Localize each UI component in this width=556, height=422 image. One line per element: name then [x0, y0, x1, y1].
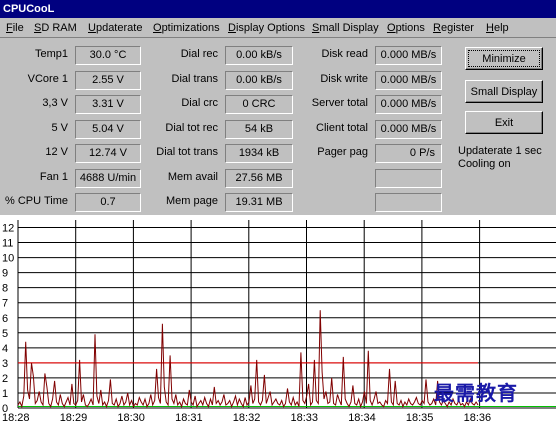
dial-value-crc: 0 CRC	[225, 95, 293, 114]
y-tick-label: 6	[2, 313, 8, 325]
dial-label-crc: Dial crc	[181, 97, 218, 109]
x-tick-label: 18:32	[233, 412, 261, 422]
sensor-value-cpu-time: 0.7	[75, 193, 141, 212]
menu-updaterate[interactable]: Updaterate	[88, 22, 142, 34]
sensor-value-3v3: 3.31 V	[75, 95, 141, 114]
pager-label: Pager pag	[317, 146, 368, 158]
mem-label-page: Mem page	[166, 195, 218, 207]
x-tick-label: 18:35	[406, 412, 434, 422]
sensor-value-5v: 5.04 V	[75, 120, 141, 139]
readout-panel: Temp1 30.0 °C VCore 1 2.55 V 3,3 V 3.31 …	[0, 39, 556, 215]
sensor-label-fan1: Fan 1	[39, 171, 68, 183]
small-display-button[interactable]: Small Display	[465, 80, 543, 103]
disk-label-read: Disk read	[321, 48, 368, 60]
dial-value-rec: 0.00 kB/s	[225, 46, 293, 65]
mem-label-avail: Mem avail	[167, 171, 218, 183]
x-tick-label: 18:29	[60, 412, 88, 422]
y-tick-label: 7	[2, 298, 8, 310]
sensor-label-cpu-time: % CPU Time	[5, 195, 68, 207]
dial-value-trans: 0.00 kB/s	[225, 71, 293, 90]
sensor-value-fan1: 4688 U/min	[75, 169, 141, 188]
x-tick-label: 18:30	[117, 412, 145, 422]
y-tick-label: 10	[2, 253, 14, 265]
dial-label-tot-trans: Dial tot trans	[156, 146, 218, 158]
exit-button[interactable]: Exit	[465, 111, 543, 134]
disk-value-client-total: 0.000 MB/s	[375, 120, 442, 139]
x-tick-label: 18:33	[291, 412, 319, 422]
sensor-label-12v: 12 V	[45, 146, 68, 158]
x-tick-label: 18:31	[175, 412, 203, 422]
disk-label-server-total: Server total	[311, 97, 368, 109]
dial-label-rec: Dial rec	[180, 48, 218, 60]
empty-field-1	[375, 169, 442, 188]
menu-small-display[interactable]: Small Display	[312, 22, 379, 34]
y-tick-label: 5	[2, 328, 8, 340]
menu-bar: File SD RAM Updaterate Optimizations Dis…	[0, 19, 556, 38]
menu-register[interactable]: Register	[433, 22, 474, 34]
dial-value-tot-rec: 54 kB	[225, 120, 293, 139]
x-tick-label: 18:28	[2, 412, 30, 422]
menu-help[interactable]: Help	[486, 22, 509, 34]
y-tick-label: 2	[2, 373, 8, 385]
y-tick-label: 9	[2, 268, 8, 280]
x-tick-label: 18:34	[348, 412, 376, 422]
menu-file[interactable]: File	[6, 22, 24, 34]
y-tick-label: 12	[2, 223, 14, 235]
disk-value-write: 0.000 MB/s	[375, 71, 442, 90]
dial-label-trans: Dial trans	[171, 73, 218, 85]
sensor-value-12v: 12.74 V	[75, 144, 141, 163]
y-tick-label: 3	[2, 358, 8, 370]
window-title: CPUCooL	[0, 0, 556, 18]
y-tick-label: 4	[2, 343, 8, 355]
menu-sd-ram[interactable]: SD RAM	[34, 22, 77, 34]
sensor-value-vcore1: 2.55 V	[75, 71, 141, 90]
empty-field-2	[375, 193, 442, 212]
mem-value-avail: 27.56 MB	[225, 169, 293, 188]
updaterate-status: Updaterate 1 sec	[458, 145, 542, 157]
y-tick-label: 8	[2, 283, 8, 295]
disk-label-client-total: Client total	[316, 122, 368, 134]
dial-label-tot-rec: Dial tot rec	[165, 122, 218, 134]
dial-value-tot-trans: 1934 kB	[225, 144, 293, 163]
pager-value: 0 P/s	[375, 144, 442, 163]
x-tick-label: 18:36	[464, 412, 492, 422]
sensor-label-vcore1: VCore 1	[27, 73, 68, 85]
sensor-label-3v3: 3,3 V	[42, 97, 68, 109]
sensor-label-temp1: Temp1	[34, 48, 68, 60]
menu-optimizations[interactable]: Optimizations	[153, 22, 220, 34]
watermark: 最需教育	[434, 381, 518, 405]
cpu-series-line	[17, 310, 479, 409]
menu-options[interactable]: Options	[387, 22, 425, 34]
cooling-status: Cooling on	[458, 158, 511, 170]
disk-label-write: Disk write	[320, 73, 368, 85]
y-tick-label: 11	[2, 238, 13, 250]
mem-value-page: 19.31 MB	[225, 193, 293, 212]
y-tick-label: 1	[2, 388, 8, 400]
sensor-label-5v: 5 V	[51, 122, 68, 134]
disk-value-read: 0.000 MB/s	[375, 46, 442, 65]
sensor-value-temp1: 30.0 °C	[75, 46, 141, 65]
minimize-button[interactable]: Minimize	[465, 47, 543, 70]
menu-display-options[interactable]: Display Options	[228, 22, 305, 34]
disk-value-server-total: 0.000 MB/s	[375, 95, 442, 114]
